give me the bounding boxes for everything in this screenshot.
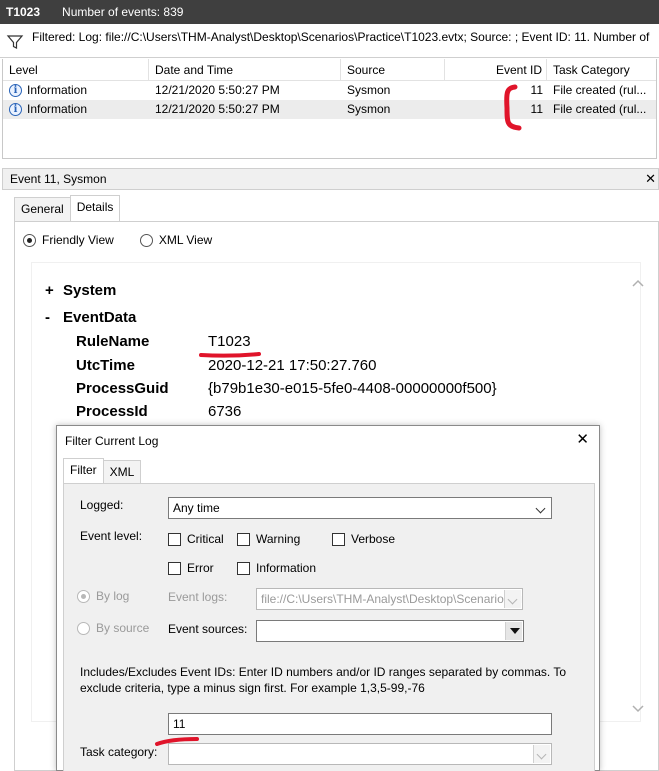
event-logs-dropdown[interactable]: file://C:\Users\THM-Analyst\Desktop\Scen… <box>256 588 523 610</box>
logged-label: Logged: <box>80 498 124 512</box>
radio-icon[interactable] <box>23 234 36 248</box>
field-key: ProcessGuid <box>76 380 169 397</box>
row-event-id: 11 <box>530 102 543 116</box>
event-level-label: Event level: <box>80 529 143 543</box>
row-level: Information <box>27 83 88 97</box>
details-tabs: General Details <box>14 195 121 221</box>
field-key: RuleName <box>76 333 150 350</box>
event-count: Number of events: 839 <box>62 5 184 19</box>
event-logs-label: Event logs: <box>168 590 228 604</box>
task-category-dropdown[interactable] <box>168 743 552 765</box>
view-options: Friendly View XML View <box>23 233 212 248</box>
event-list: Level Date and Time Source Event ID Task… <box>2 59 657 159</box>
radio-icon[interactable] <box>139 234 153 248</box>
column-header-task-category[interactable]: Task Category <box>547 59 658 81</box>
information-icon: i <box>9 84 22 97</box>
event-ids-help-line-2: exclude criteria, type a minus sign firs… <box>80 681 425 695</box>
logged-dropdown[interactable]: Any time <box>168 497 552 519</box>
column-header-date-time[interactable]: Date and Time <box>149 59 341 81</box>
filter-summary-bar: Filtered: Log: file://C:\Users\THM-Analy… <box>0 24 659 58</box>
chevron-down-icon <box>504 590 521 608</box>
radio-icon[interactable] <box>77 622 90 636</box>
close-icon[interactable]: ✕ <box>576 430 589 448</box>
field-key: ProcessId <box>76 403 148 420</box>
verbose-checkbox[interactable]: Verbose <box>332 532 395 546</box>
row-source: Sysmon <box>347 83 391 97</box>
warning-checkbox[interactable]: Warning <box>237 532 300 546</box>
system-node: System <box>63 282 117 299</box>
event-sources-label: Event sources: <box>168 622 248 636</box>
event-sources-dropdown[interactable] <box>256 620 524 642</box>
critical-checkbox[interactable]: Critical <box>168 532 224 546</box>
details-title: Event 11, Sysmon <box>10 172 107 186</box>
row-task-category: File created (rul... <box>553 83 647 97</box>
dialog-title: Filter Current Log <box>65 434 159 448</box>
dialog-tabs: Filter XML <box>63 458 142 484</box>
scroll-down-icon[interactable] <box>632 704 644 714</box>
red-bracket-annotation <box>504 84 522 131</box>
system-toggle[interactable]: + <box>45 282 54 299</box>
field-value: T1023 <box>208 333 251 350</box>
row-level: Information <box>27 102 88 116</box>
by-log-option[interactable]: By log <box>77 589 129 604</box>
tab-filter[interactable]: Filter <box>63 458 104 484</box>
column-header-event-id[interactable]: Event ID <box>445 59 547 81</box>
close-icon[interactable]: ✕ <box>645 169 656 189</box>
tab-xml[interactable]: XML <box>102 460 142 484</box>
eventdata-toggle[interactable]: - <box>45 309 50 326</box>
funnel-icon <box>6 35 24 49</box>
column-header-level[interactable]: Level <box>3 59 149 81</box>
field-key: UtcTime <box>76 357 135 374</box>
row-event-id: 11 <box>530 83 543 97</box>
log-name: T1023 <box>6 5 41 19</box>
red-underline-annotation <box>155 737 199 746</box>
filter-tab-body: Logged: Any time Event level: Critical W… <box>63 483 595 771</box>
friendly-view-option[interactable]: Friendly View <box>23 233 114 248</box>
row-date-time: 12/21/2020 5:50:27 PM <box>155 102 280 116</box>
field-value: 2020-12-21 17:50:27.760 <box>208 357 377 374</box>
red-underline-annotation <box>199 352 261 358</box>
row-source: Sysmon <box>347 102 391 116</box>
table-row[interactable]: i Information 12/21/2020 5:50:27 PM Sysm… <box>3 81 656 100</box>
filter-summary-text: Filtered: Log: file://C:\Users\THM-Analy… <box>32 30 650 44</box>
row-task-category: File created (rul... <box>553 102 647 116</box>
filter-current-log-dialog: Filter Current Log ✕ Filter XML Logged: … <box>56 425 600 771</box>
chevron-down-icon <box>505 622 522 640</box>
event-ids-help-line-1: Includes/Excludes Event IDs: Enter ID nu… <box>80 665 567 679</box>
eventdata-node: EventData <box>63 309 137 326</box>
details-header: Event 11, Sysmon ✕ <box>2 168 659 190</box>
xml-view-option[interactable]: XML View <box>139 233 212 248</box>
log-header-bar: T1023 Number of events: 839 <box>0 0 659 24</box>
field-value: 6736 <box>208 403 242 420</box>
tab-details[interactable]: Details <box>69 195 121 221</box>
information-icon: i <box>9 103 22 116</box>
table-row[interactable]: i Information 12/21/2020 5:50:27 PM Sysm… <box>3 100 656 119</box>
event-list-header: Level Date and Time Source Event ID Task… <box>3 59 656 81</box>
field-value: {b79b1e30-e015-5fe0-4408-00000000f500} <box>208 380 497 397</box>
scroll-up-icon[interactable] <box>632 278 644 288</box>
event-ids-input[interactable]: 11 <box>168 713 552 735</box>
error-checkbox[interactable]: Error <box>168 561 214 575</box>
column-header-source[interactable]: Source <box>341 59 445 81</box>
chevron-down-icon <box>533 499 550 517</box>
task-category-label: Task category: <box>80 745 158 759</box>
by-source-option[interactable]: By source <box>77 621 149 636</box>
radio-icon[interactable] <box>77 590 90 604</box>
chevron-down-icon <box>533 745 550 763</box>
row-date-time: 12/21/2020 5:50:27 PM <box>155 83 280 97</box>
information-checkbox[interactable]: Information <box>237 561 316 575</box>
tab-general[interactable]: General <box>14 197 71 221</box>
